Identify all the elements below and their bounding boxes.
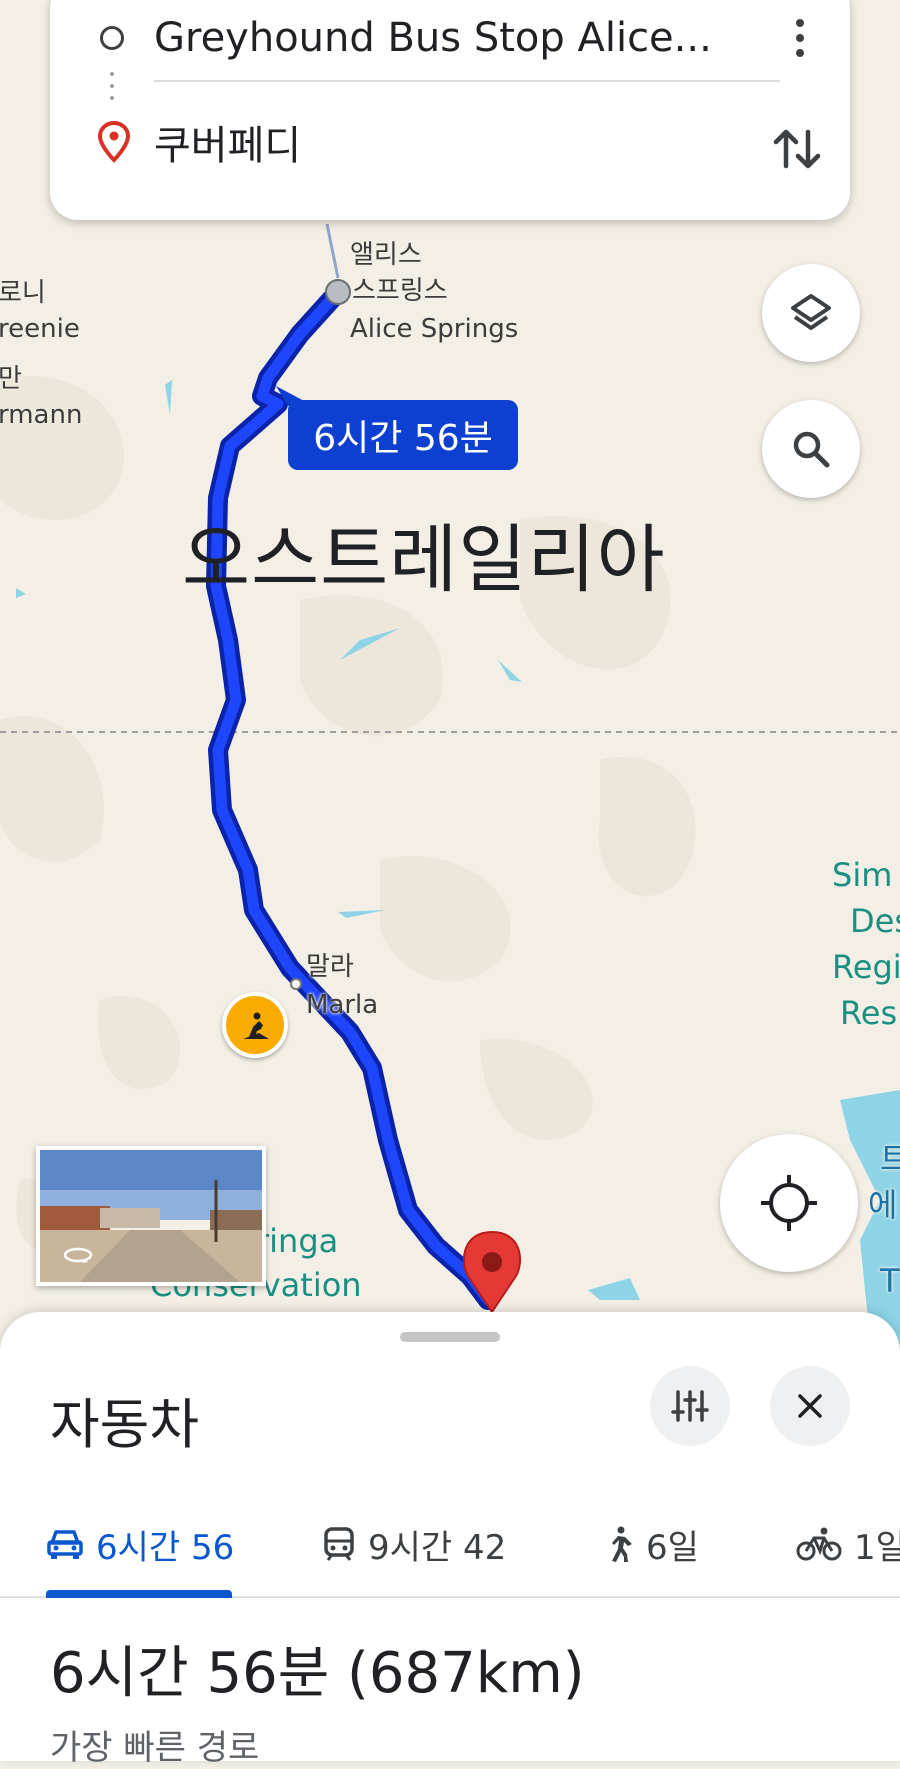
place-alice-en: Alice Springs: [350, 314, 519, 344]
tune-icon: [671, 1390, 709, 1422]
swap-icon[interactable]: [762, 114, 832, 184]
destination-row[interactable]: 쿠버페디: [50, 102, 850, 182]
road-work-icon[interactable]: [222, 992, 288, 1058]
country-label: 오스트레일리아: [182, 517, 666, 603]
place-left-1: 로니: [0, 278, 46, 308]
route-duration-badge[interactable]: 6시간 56분: [288, 400, 518, 470]
layers-button[interactable]: [762, 264, 860, 362]
place-left-3: 만: [0, 364, 22, 394]
close-button[interactable]: [770, 1366, 850, 1446]
lake-label-3: T: [880, 1262, 900, 1300]
park-label-1: ringa: [256, 1222, 339, 1260]
origin-row[interactable]: Greyhound Bus Stop Alice...: [50, 0, 850, 78]
destination-field[interactable]: 쿠버페디: [154, 113, 301, 171]
tab-walking-label: 6일: [646, 1527, 699, 1568]
bike-icon: [796, 1527, 842, 1561]
route-summary: 6시간 56분 (687km): [50, 1641, 585, 1706]
walk-icon: [612, 1526, 632, 1562]
tab-driving[interactable]: 6시간 56: [46, 1492, 235, 1598]
tab-walking[interactable]: 6일: [604, 1492, 699, 1596]
lake-label-2: 에: [868, 1186, 898, 1224]
place-left-4: rmann: [0, 400, 83, 430]
directions-bottom-sheet: 자동차 6시간 56 9시간 42 6일 1일 6시간 56분 (687km) …: [0, 1312, 900, 1768]
tab-transit[interactable]: 9시간 42: [322, 1492, 506, 1596]
route-duration-text: 6시간 56분: [313, 418, 493, 459]
field-divider: [154, 80, 780, 82]
car-icon: [47, 1530, 83, 1559]
tab-transit-label: 9시간 42: [368, 1527, 507, 1568]
tab-cycling[interactable]: 1일: [796, 1492, 900, 1596]
directions-card: Greyhound Bus Stop Alice... 쿠버페디: [50, 0, 850, 220]
sim-label-1: Sim: [832, 856, 893, 894]
search-icon: [793, 431, 830, 468]
sim-label-2: Des: [850, 902, 900, 940]
street-view-thumbnail[interactable]: [36, 1146, 266, 1286]
origin-marker[interactable]: [325, 279, 351, 305]
travel-mode-title: 자동차: [50, 1393, 200, 1456]
place-marla-en: Marla: [306, 990, 379, 1020]
travel-mode-tabs: 6시간 56 9시간 42 6일 1일: [0, 1492, 900, 1598]
search-button[interactable]: [762, 400, 860, 498]
crosshair-icon: [761, 1175, 817, 1231]
transit-icon: [324, 1527, 354, 1561]
destination-pin[interactable]: [463, 1230, 521, 1314]
route-options-button[interactable]: [650, 1366, 730, 1446]
sheet-drag-handle[interactable]: [400, 1332, 500, 1342]
origin-circle-icon: [100, 26, 124, 50]
active-tab-indicator: [46, 1590, 232, 1598]
lake-label-1: 트: [880, 1140, 900, 1178]
route-subtitle: 가장 빠른 경로: [50, 1728, 260, 1768]
place-left-2: reenie: [0, 314, 80, 344]
layers-icon: [791, 294, 831, 330]
rotate-360-icon: [62, 1246, 94, 1264]
origin-field[interactable]: Greyhound Bus Stop Alice...: [154, 15, 712, 61]
location-pin-icon: [97, 120, 131, 163]
close-icon: [798, 1394, 822, 1418]
badge-pointer: [276, 386, 306, 406]
place-alice-ko: 앨리스: [350, 240, 422, 270]
sim-label-4: Res: [840, 994, 898, 1032]
my-location-button[interactable]: [720, 1134, 858, 1272]
tab-driving-label: 6시간 56: [96, 1527, 235, 1568]
tab-cycling-label: 1일: [854, 1527, 900, 1568]
place-marla-ko: 말라: [306, 952, 354, 982]
more-options-icon[interactable]: [780, 8, 820, 68]
sim-label-3: Regi: [832, 948, 900, 986]
place-alice-ko-2: 스프링스: [352, 276, 448, 306]
